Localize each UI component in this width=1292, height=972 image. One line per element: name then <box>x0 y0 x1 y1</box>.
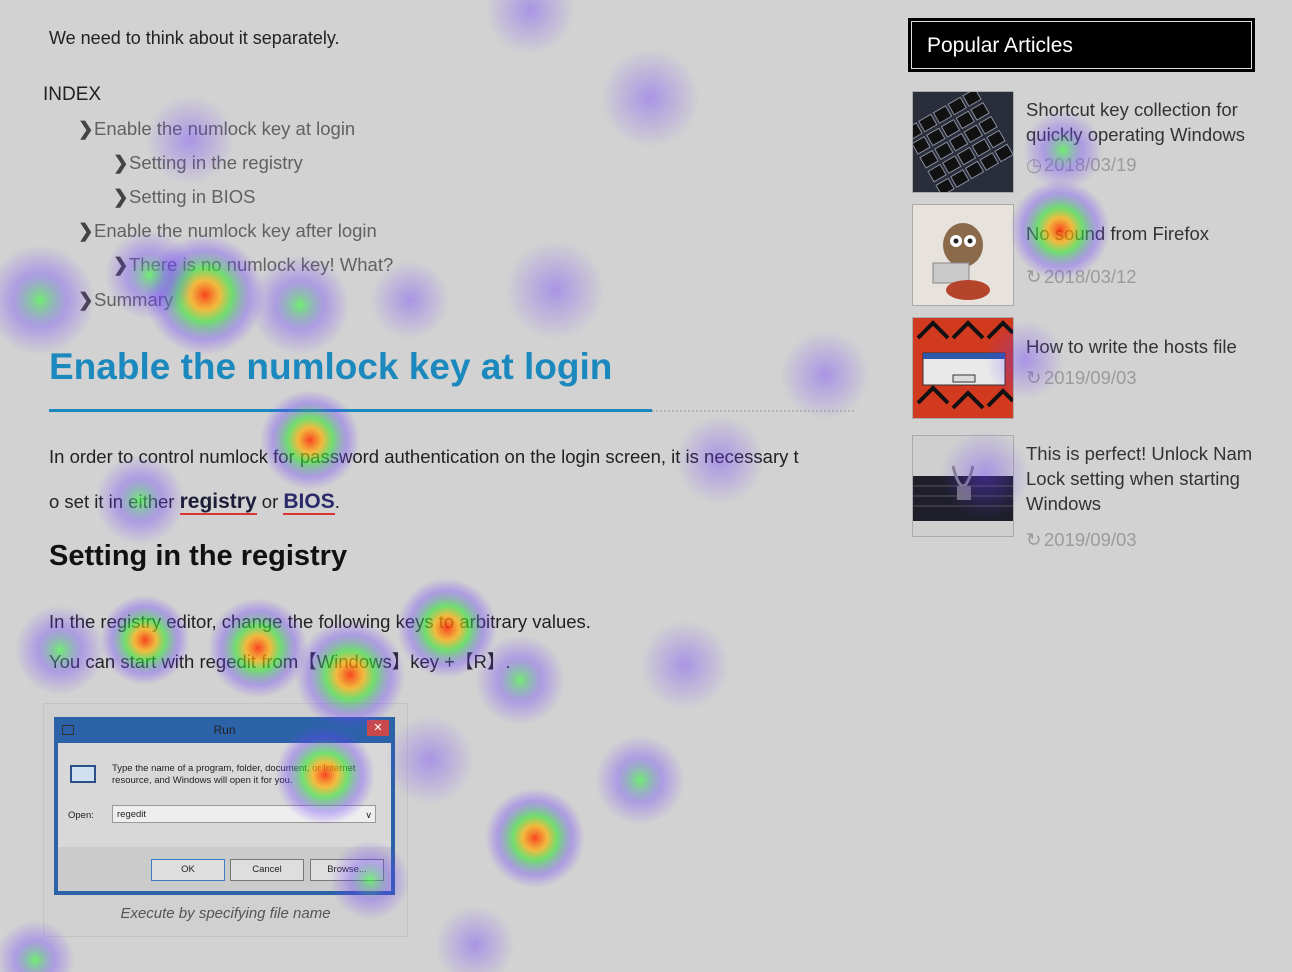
section-heading: Enable the numlock key at login <box>49 346 613 387</box>
figure-caption: Execute by specifying file name <box>120 905 331 922</box>
bios-link[interactable]: BIOS <box>283 490 335 515</box>
toc-label: Enable the numlock key at login <box>94 118 356 139</box>
chevron-right-icon: ❯ <box>113 152 129 173</box>
popular-article-item[interactable]: This is perfect! Unlock Nam Lock setting… <box>912 435 1255 555</box>
paragraph-text: In order to control numlock for password… <box>49 446 799 467</box>
intro-paragraph: In order to control numlock for password… <box>49 434 861 524</box>
keyboard-image <box>913 92 1013 192</box>
article-thumbnail[interactable] <box>912 204 1014 306</box>
paragraph-text: . <box>334 491 340 512</box>
article-thumbnail[interactable] <box>912 91 1014 193</box>
paragraph-text: or <box>256 491 284 512</box>
registry-paragraph: In the registry editor, change the follo… <box>49 602 591 682</box>
popular-article-item[interactable]: Shortcut key collection for quickly oper… <box>912 91 1255 201</box>
article-title[interactable]: No sound from Firefox <box>1026 221 1258 246</box>
popular-articles-header: Popular Articles <box>908 18 1255 72</box>
date-text: 2019/09/03 <box>1044 367 1137 388</box>
clock-icon: ◷ <box>1026 154 1043 175</box>
article-date: ↻ 2019/09/03 <box>1026 529 1137 551</box>
article-thumbnail[interactable] <box>912 435 1014 537</box>
article-title[interactable]: Shortcut key collection for quickly oper… <box>1026 97 1258 147</box>
toc-label: Enable the numlock key after login <box>94 220 377 241</box>
sidebar-title: Popular Articles <box>927 34 1073 57</box>
popular-article-item[interactable]: How to write the hosts file ↻ 2019/09/03 <box>912 317 1255 427</box>
ok-button: OK <box>151 859 225 881</box>
open-input: regedit ∨ <box>112 805 376 823</box>
article-title[interactable]: How to write the hosts file <box>1026 334 1258 359</box>
open-label: Open: <box>68 810 94 821</box>
owl-image <box>913 205 1013 305</box>
browse-button: Browse... <box>310 859 384 881</box>
chevron-right-icon: ❯ <box>113 254 129 275</box>
dialog-title: Run <box>213 723 236 737</box>
heading-divider <box>652 410 854 412</box>
toc-item-registry[interactable]: ❯Setting in the registry <box>113 152 303 174</box>
toc-item-after-login[interactable]: ❯Enable the numlock key after login <box>78 220 377 242</box>
refresh-icon: ↻ <box>1026 367 1042 388</box>
toc-label: Setting in the registry <box>129 152 303 173</box>
paragraph-text: o set it in either <box>49 491 180 512</box>
article-date: ↻ 2019/09/03 <box>1026 367 1137 389</box>
dialog-titlebar: Run ✕ <box>54 717 395 743</box>
popular-article-item[interactable]: No sound from Firefox ↻ 2018/03/12 <box>912 204 1255 314</box>
cancel-button: Cancel <box>230 859 304 881</box>
dialog-body: Type the name of a program, folder, docu… <box>58 743 391 891</box>
registry-link[interactable]: registry <box>179 490 257 515</box>
warning-popup-image <box>913 318 1013 418</box>
chevron-right-icon: ❯ <box>78 220 94 241</box>
refresh-icon: ↻ <box>1026 266 1042 287</box>
date-text: 2019/09/03 <box>1044 529 1137 550</box>
article-title[interactable]: This is perfect! Unlock Nam Lock setting… <box>1026 441 1258 516</box>
date-text: 2018/03/12 <box>1044 266 1137 287</box>
heading-underline <box>49 409 652 412</box>
article-date: ◷2018/03/19 <box>1026 154 1137 176</box>
toc-item-no-numlock[interactable]: ❯There is no numlock key! What? <box>113 254 393 276</box>
chevron-right-icon: ❯ <box>78 118 94 139</box>
paragraph-text: In the registry editor, change the follo… <box>49 611 591 632</box>
intro-text: We need to think about it separately. <box>49 28 340 48</box>
article-thumbnail[interactable] <box>912 317 1014 419</box>
dialog-footer: OK Cancel Browse... <box>58 847 391 891</box>
chevron-down-icon: ∨ <box>365 810 372 820</box>
toc-label: Setting in BIOS <box>129 186 256 207</box>
run-dialog-figure: Run ✕ Type the name of a program, folder… <box>43 703 408 937</box>
refresh-icon: ↻ <box>1026 529 1042 550</box>
locked-keyboard-image <box>913 436 1013 536</box>
date-text: 2018/03/19 <box>1044 154 1137 175</box>
subsection-heading: Setting in the registry <box>49 540 348 572</box>
paragraph-text: You can start with regedit from【Windows】… <box>49 651 511 672</box>
toc-item-bios[interactable]: ❯Setting in BIOS <box>113 186 255 208</box>
input-value: regedit <box>117 809 147 820</box>
toc-label: Summary <box>94 289 174 310</box>
toc-item-enable-at-login[interactable]: ❯Enable the numlock key at login <box>78 118 355 140</box>
article-date: ↻ 2018/03/12 <box>1026 266 1137 288</box>
toc-label: There is no numlock key! What? <box>129 254 394 275</box>
toc-item-summary[interactable]: ❯Summary <box>78 289 173 311</box>
dialog-message: Type the name of a program, folder, docu… <box>112 763 356 786</box>
chevron-right-icon: ❯ <box>113 186 129 207</box>
run-icon <box>70 765 96 783</box>
chevron-right-icon: ❯ <box>78 289 94 310</box>
article-content: We need to think about it separately. IN… <box>0 0 880 972</box>
sidebar: Popular Articles Shortcut key collection… <box>908 18 1255 558</box>
close-icon: ✕ <box>367 720 389 736</box>
run-dialog-screenshot: Run ✕ Type the name of a program, folder… <box>54 717 395 895</box>
index-title: INDEX <box>43 84 102 105</box>
